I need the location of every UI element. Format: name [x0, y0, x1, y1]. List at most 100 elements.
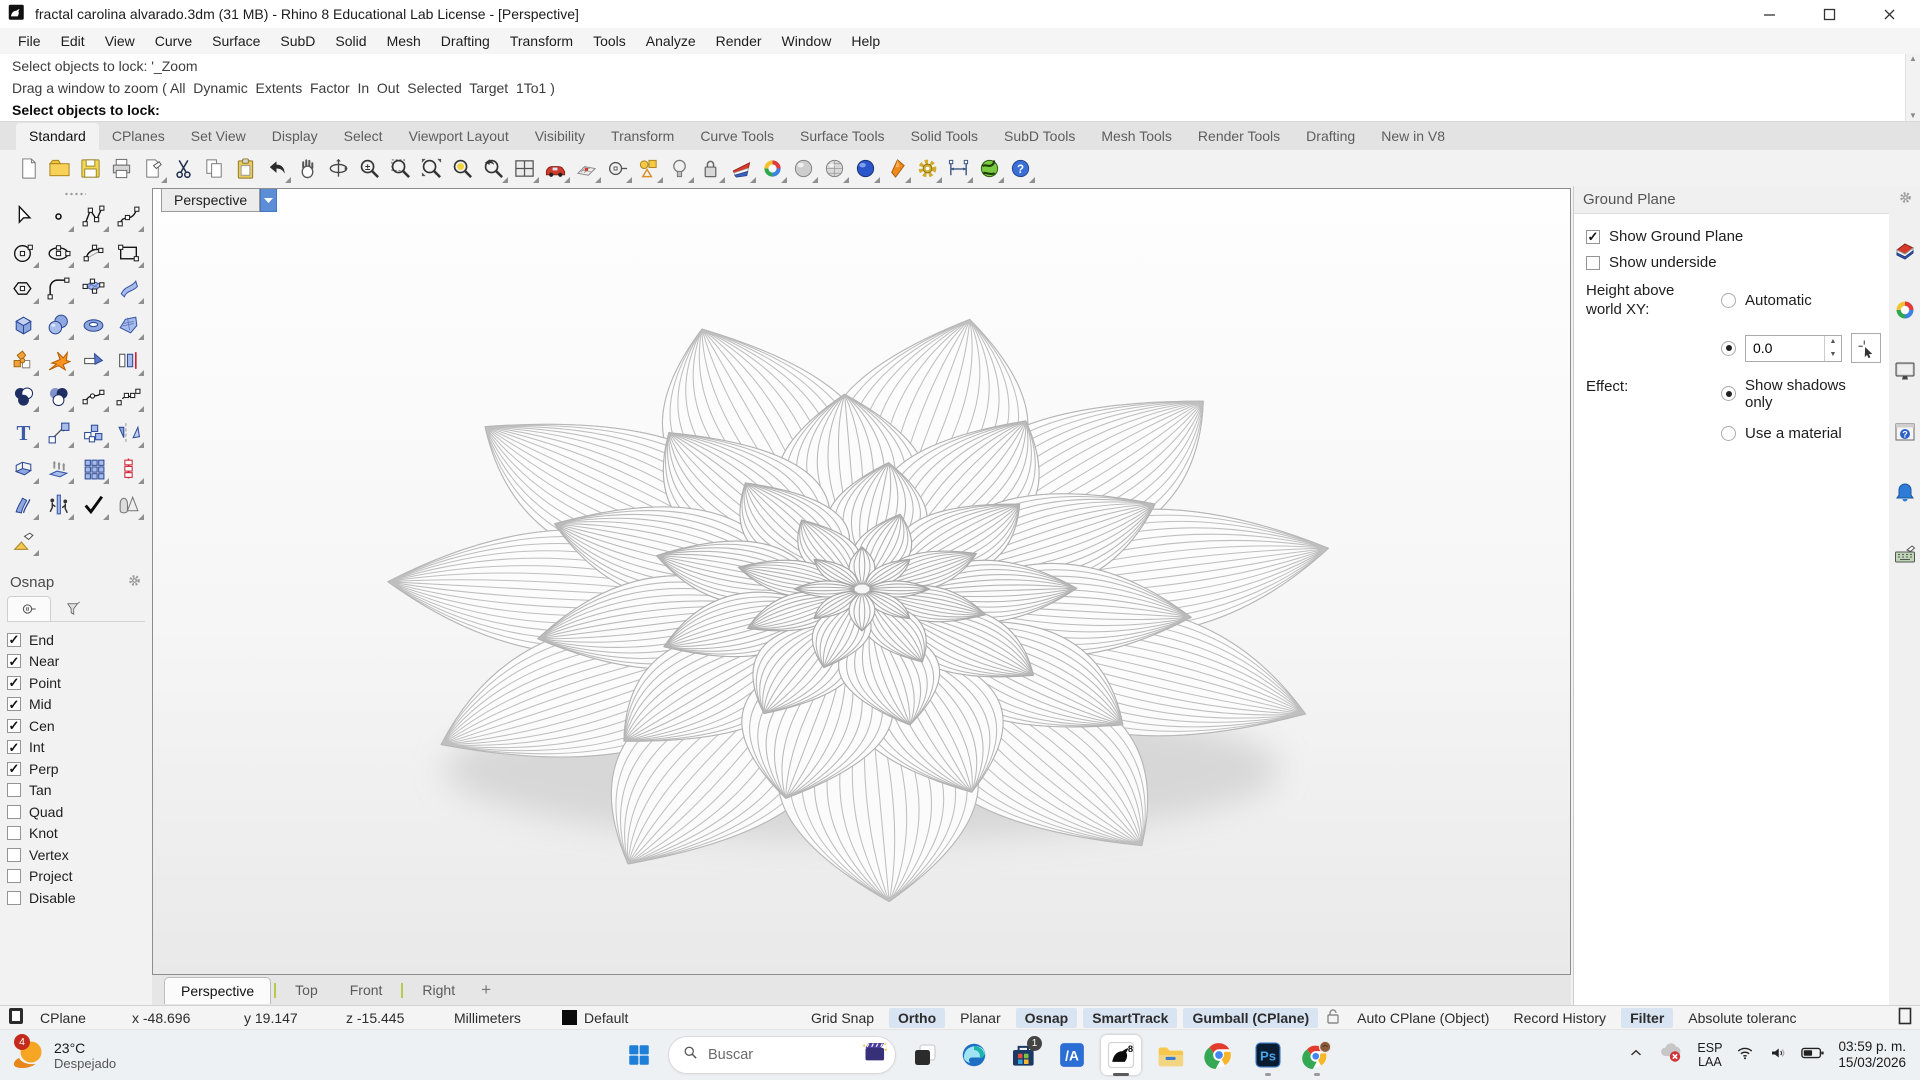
display-wedge-button[interactable] — [727, 154, 756, 183]
osnap-checkbox-point[interactable]: ✓ — [7, 676, 21, 690]
new-file-button[interactable] — [14, 154, 43, 183]
osnap-checkbox-perp[interactable]: ✓ — [7, 762, 21, 776]
use-material-radio[interactable] — [1721, 426, 1736, 441]
ribbon-tab-render-tools[interactable]: Render Tools — [1185, 123, 1293, 150]
polyline-tool-button[interactable] — [77, 200, 109, 232]
viewport-tab-perspective[interactable]: Perspective — [164, 977, 271, 1004]
sphere-rendered-button[interactable] — [851, 154, 880, 183]
sphere-shaded-button[interactable] — [789, 154, 818, 183]
torus-tool-button[interactable] — [77, 308, 109, 340]
viewport-tab-right[interactable]: Right — [406, 977, 471, 1003]
help-button[interactable]: ? — [1006, 154, 1035, 183]
units-cell[interactable]: Millimeters — [446, 1010, 554, 1026]
doc-hand-button[interactable] — [138, 154, 167, 183]
viewport-tab-front[interactable]: Front — [334, 977, 399, 1003]
ribbon-tab-drafting[interactable]: Drafting — [1293, 123, 1368, 150]
menu-drafting[interactable]: Drafting — [431, 30, 500, 52]
patch-tool-button[interactable] — [112, 308, 144, 340]
arrange-tool-button[interactable] — [77, 416, 109, 448]
command-prompt[interactable]: Select objects to lock: — [12, 99, 1900, 121]
menu-curve[interactable]: Curve — [145, 30, 202, 52]
ribbon-tab-set-view[interactable]: Set View — [178, 123, 259, 150]
lock-status-icon[interactable] — [1318, 1008, 1348, 1027]
osnap-checkbox-mid[interactable]: ✓ — [7, 697, 21, 711]
panel-bell-icon[interactable] — [1893, 481, 1917, 510]
array-tool-button[interactable] — [77, 452, 109, 484]
viewport-menu-chevron-icon[interactable] — [260, 189, 277, 212]
trim-tool-button[interactable] — [77, 344, 109, 376]
zoom-selected-button[interactable] — [448, 154, 477, 183]
ribbon-tab-display[interactable]: Display — [259, 123, 331, 150]
ribbon-tab-new-in-v8[interactable]: New in V8 — [1368, 123, 1458, 150]
ribbon-tab-viewport-layout[interactable]: Viewport Layout — [396, 123, 522, 150]
wifi-icon[interactable] — [1735, 1044, 1755, 1067]
rectangle-tool-button[interactable] — [112, 236, 144, 268]
ribbon-tab-mesh-tools[interactable]: Mesh Tools — [1088, 123, 1185, 150]
pan-hand-button[interactable] — [293, 154, 322, 183]
ribbon-tab-transform[interactable]: Transform — [598, 123, 687, 150]
cplane-cell[interactable]: CPlane — [32, 1010, 124, 1026]
panel-colorwheel-icon[interactable] — [1893, 298, 1917, 327]
select-tool-button[interactable] — [7, 200, 39, 232]
menu-tools[interactable]: Tools — [583, 30, 636, 52]
volume-icon[interactable] — [1768, 1044, 1788, 1067]
box-tool-button[interactable] — [7, 308, 39, 340]
maximize-button[interactable] — [1822, 7, 1836, 21]
menu-window[interactable]: Window — [772, 30, 842, 52]
command-area[interactable]: Select objects to lock: '_ZoomDrag a win… — [0, 54, 1920, 122]
scroll-up-icon[interactable]: ▲ — [1909, 55, 1917, 63]
explode-tool-button[interactable] — [42, 344, 74, 376]
search-highlight-icon[interactable] — [861, 1039, 888, 1071]
minimize-button[interactable] — [1762, 7, 1776, 21]
zoom-extents-button[interactable] — [417, 154, 446, 183]
extrude-srf-tool-button[interactable] — [42, 452, 74, 484]
statusbar-toggle-planar[interactable]: Planar — [951, 1008, 1009, 1028]
menu-view[interactable]: View — [95, 30, 145, 52]
puzzle-tool-button[interactable] — [7, 344, 39, 376]
earth-button[interactable] — [975, 154, 1004, 183]
lights-bulb-button[interactable] — [665, 154, 694, 183]
statusbar-toggle-gumball-cplane-[interactable]: Gumball (CPlane) — [1183, 1008, 1318, 1028]
shadows-only-radio[interactable] — [1721, 386, 1736, 401]
rebuild-tool-button[interactable] — [112, 380, 144, 412]
orient-tool-button[interactable] — [42, 488, 74, 520]
statusbar-toggle-record-history[interactable]: Record History — [1504, 1008, 1615, 1028]
osnap-checkbox-knot[interactable] — [7, 826, 21, 840]
taskbar-app-photoshop[interactable]: Ps — [1248, 1035, 1288, 1075]
circle-tool-button[interactable] — [7, 236, 39, 268]
statusbar-toggle-auto-cplane-object-[interactable]: Auto CPlane (Object) — [1348, 1008, 1498, 1028]
statusbar-toggle-smarttrack[interactable]: SmartTrack — [1083, 1008, 1177, 1028]
pick-point-button[interactable] — [1851, 333, 1881, 363]
ribbon-tab-standard[interactable]: Standard — [16, 123, 99, 150]
extrude-tool-button[interactable] — [7, 452, 39, 484]
osnap-tab-filter[interactable] — [51, 596, 95, 621]
polygon-tool-button[interactable] — [7, 272, 39, 304]
custom-height-radio[interactable] — [1721, 341, 1736, 356]
cone-button[interactable] — [882, 154, 911, 183]
battery-icon[interactable] — [1801, 1044, 1825, 1067]
taskbar-app-rhino-app[interactable]: 8 — [1101, 1035, 1141, 1075]
show-ground-plane-checkbox[interactable]: ✓ — [1586, 230, 1600, 244]
ribbon-tab-select[interactable]: Select — [331, 123, 396, 150]
toolbar-drag-handle[interactable] — [64, 192, 86, 196]
menu-analyze[interactable]: Analyze — [636, 30, 706, 52]
open-folder-button[interactable] — [45, 154, 74, 183]
cut-button[interactable] — [169, 154, 198, 183]
arc-tool-button[interactable] — [77, 236, 109, 268]
offset-tool-button[interactable] — [7, 488, 39, 520]
point-tool-button[interactable] — [42, 200, 74, 232]
ribbon-tab-surface-tools[interactable]: Surface Tools — [787, 123, 898, 150]
sphere-ghosted-button[interactable] — [820, 154, 849, 183]
lock-button[interactable] — [696, 154, 725, 183]
scroll-down-icon[interactable]: ▼ — [1909, 112, 1917, 120]
undo-view-button[interactable] — [479, 154, 508, 183]
osnap-tab-snaps[interactable] — [7, 596, 51, 621]
statusbar-toggle-filter[interactable]: Filter — [1621, 1008, 1673, 1028]
zoom-window-button[interactable] — [386, 154, 415, 183]
car-button[interactable] — [541, 154, 570, 183]
panel-keyboard-icon[interactable] — [1893, 542, 1917, 571]
osnap-checkbox-int[interactable]: ✓ — [7, 740, 21, 754]
gear-button[interactable] — [913, 154, 942, 183]
ribbon-tab-curve-tools[interactable]: Curve Tools — [687, 123, 787, 150]
clock-widget[interactable]: 03:59 p. m. 15/03/2026 — [1838, 1039, 1906, 1072]
